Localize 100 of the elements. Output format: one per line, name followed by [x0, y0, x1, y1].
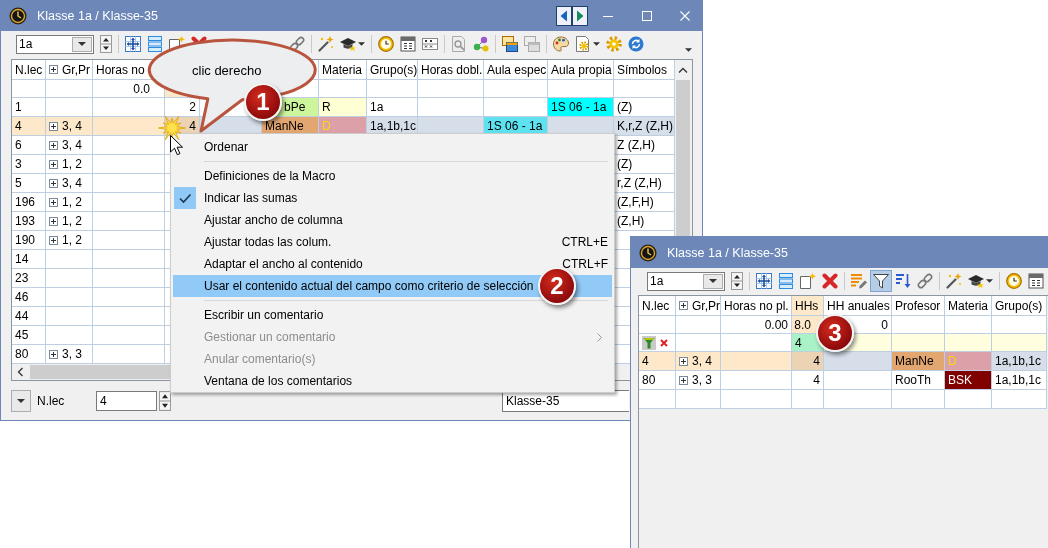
filter-toggle-button[interactable] — [870, 270, 892, 292]
chain-link-icon[interactable] — [289, 36, 305, 52]
dropdown-caret-icon[interactable] — [358, 42, 365, 46]
minimize-icon[interactable] — [603, 15, 613, 17]
filter-cell[interactable]: 4 — [792, 334, 823, 351]
column-header[interactable]: Aula propia — [548, 60, 613, 79]
value-field[interactable]: 4 — [96, 390, 157, 411]
filter-cell[interactable] — [992, 334, 1046, 351]
menu-item[interactable]: Ajustar ancho de columna — [173, 209, 612, 231]
dropdown-caret-icon[interactable] — [593, 42, 600, 46]
expand-icon[interactable] — [49, 65, 58, 74]
scrollbar-thumb[interactable] — [676, 80, 690, 236]
clock-icon[interactable] — [1006, 273, 1022, 289]
cell-text: D — [948, 354, 957, 368]
close-icon[interactable] — [660, 338, 668, 347]
move-grid-icon[interactable] — [756, 273, 772, 289]
table-cell: 4 — [12, 117, 45, 135]
filter-cell[interactable] — [945, 334, 991, 351]
refresh-icon[interactable] — [628, 36, 644, 52]
expand-icon[interactable] — [679, 356, 688, 366]
clock-icon[interactable] — [378, 36, 394, 52]
filter-cell[interactable] — [892, 334, 944, 351]
funnel-icon — [873, 273, 889, 289]
column-header[interactable]: N.lec — [639, 296, 675, 315]
windows-icon[interactable] — [502, 36, 518, 52]
cell-text: BSK — [948, 373, 972, 387]
cell-text: (Z,F,H) — [617, 195, 654, 209]
callout-text: clic derecho — [192, 63, 262, 78]
expand-icon[interactable] — [49, 235, 58, 245]
graduation-cap-icon[interactable] — [340, 36, 356, 52]
palette-icon[interactable] — [553, 36, 569, 52]
class-combo[interactable]: 1a — [16, 34, 94, 54]
column-header[interactable]: Materia — [319, 60, 366, 79]
column-header[interactable]: Horas no pl. — [721, 296, 791, 315]
list-icon[interactable] — [778, 273, 794, 289]
column-header[interactable]: Horas dobl. — [418, 60, 483, 79]
move-grid-icon[interactable] — [125, 36, 141, 52]
column-header[interactable]: Gr,Pr — [46, 60, 92, 79]
dropdown-button[interactable] — [11, 389, 31, 412]
new-document-icon[interactable] — [800, 273, 816, 289]
delete-icon[interactable] — [822, 273, 838, 289]
column-header[interactable]: Gr,Pr — [676, 296, 720, 315]
expand-icon[interactable] — [49, 140, 58, 150]
class-combo[interactable]: 1a — [647, 271, 725, 291]
column-header[interactable]: Grupo(s) — [992, 296, 1046, 315]
cell-text: RooTh — [895, 373, 932, 387]
column-header[interactable]: HH anuales — [824, 296, 891, 315]
funnel-icon[interactable] — [642, 335, 656, 350]
magic-wand-icon[interactable] — [318, 36, 334, 52]
column-header[interactable]: Profesor — [892, 296, 944, 315]
edit-list-icon[interactable] — [851, 273, 867, 289]
expand-icon[interactable] — [679, 301, 688, 310]
spinner-icon[interactable] — [159, 390, 171, 411]
column-header[interactable]: Grupo(s) — [367, 60, 417, 79]
column-header[interactable]: Materia — [945, 296, 991, 315]
table-cell: ManNe — [892, 352, 944, 370]
menu-item[interactable]: Ventana de los comentarios — [173, 370, 612, 392]
menu-item[interactable]: Definiciones de la Macro — [173, 165, 612, 187]
column-header[interactable]: N.lec — [12, 60, 45, 79]
cell-text: 44 — [15, 309, 29, 323]
dropdown-button[interactable] — [72, 36, 92, 52]
clock-icon[interactable] — [639, 243, 657, 262]
connected-dots-icon[interactable] — [473, 36, 489, 52]
grid-icon[interactable] — [422, 36, 438, 52]
spinner-icon[interactable] — [100, 35, 112, 53]
cell-text: 0.00 — [764, 317, 788, 332]
calendar-icon[interactable] — [1028, 273, 1044, 289]
calendar-icon[interactable] — [400, 36, 416, 52]
expand-icon[interactable] — [49, 178, 58, 188]
cell-text: 46 — [15, 290, 29, 304]
cell-text: 1 — [15, 100, 22, 114]
chain-link-icon[interactable] — [917, 273, 933, 289]
cell-text: 190 — [15, 233, 36, 247]
dropdown-caret-icon[interactable] — [986, 279, 993, 283]
expand-icon[interactable] — [679, 375, 688, 385]
scroll-up-icon[interactable] — [678, 67, 688, 73]
menu-item[interactable]: Indicar las sumas — [173, 187, 612, 209]
sort-icon[interactable] — [895, 273, 911, 289]
expand-icon[interactable] — [49, 349, 58, 359]
expand-icon[interactable] — [49, 159, 58, 169]
spinner-icon[interactable] — [731, 272, 743, 290]
list-icon[interactable] — [147, 36, 163, 52]
menu-item[interactable]: Escribir un comentario — [173, 304, 612, 326]
clock-icon[interactable] — [9, 7, 27, 25]
cell-text: 0 — [881, 317, 888, 332]
document-gear-icon[interactable] — [575, 36, 591, 52]
scroll-left-icon[interactable] — [17, 367, 23, 377]
expand-icon[interactable] — [49, 121, 58, 131]
overflow-caret-icon[interactable] — [685, 48, 692, 52]
column-header[interactable]: HHs — [792, 296, 823, 315]
graduation-cap-icon[interactable] — [968, 273, 984, 289]
expand-icon[interactable] — [49, 197, 58, 207]
cell-text: Z (Z,H) — [617, 138, 655, 152]
column-header[interactable]: Aula espec — [484, 60, 547, 79]
expand-icon[interactable] — [49, 216, 58, 226]
column-header[interactable]: Símbolos — [614, 60, 674, 79]
magic-wand-icon[interactable] — [946, 273, 962, 289]
dropdown-button[interactable] — [703, 273, 723, 289]
maximize-icon[interactable] — [642, 11, 652, 21]
menu-item[interactable]: Ajustar todas las colum. CTRL+E — [173, 231, 612, 253]
